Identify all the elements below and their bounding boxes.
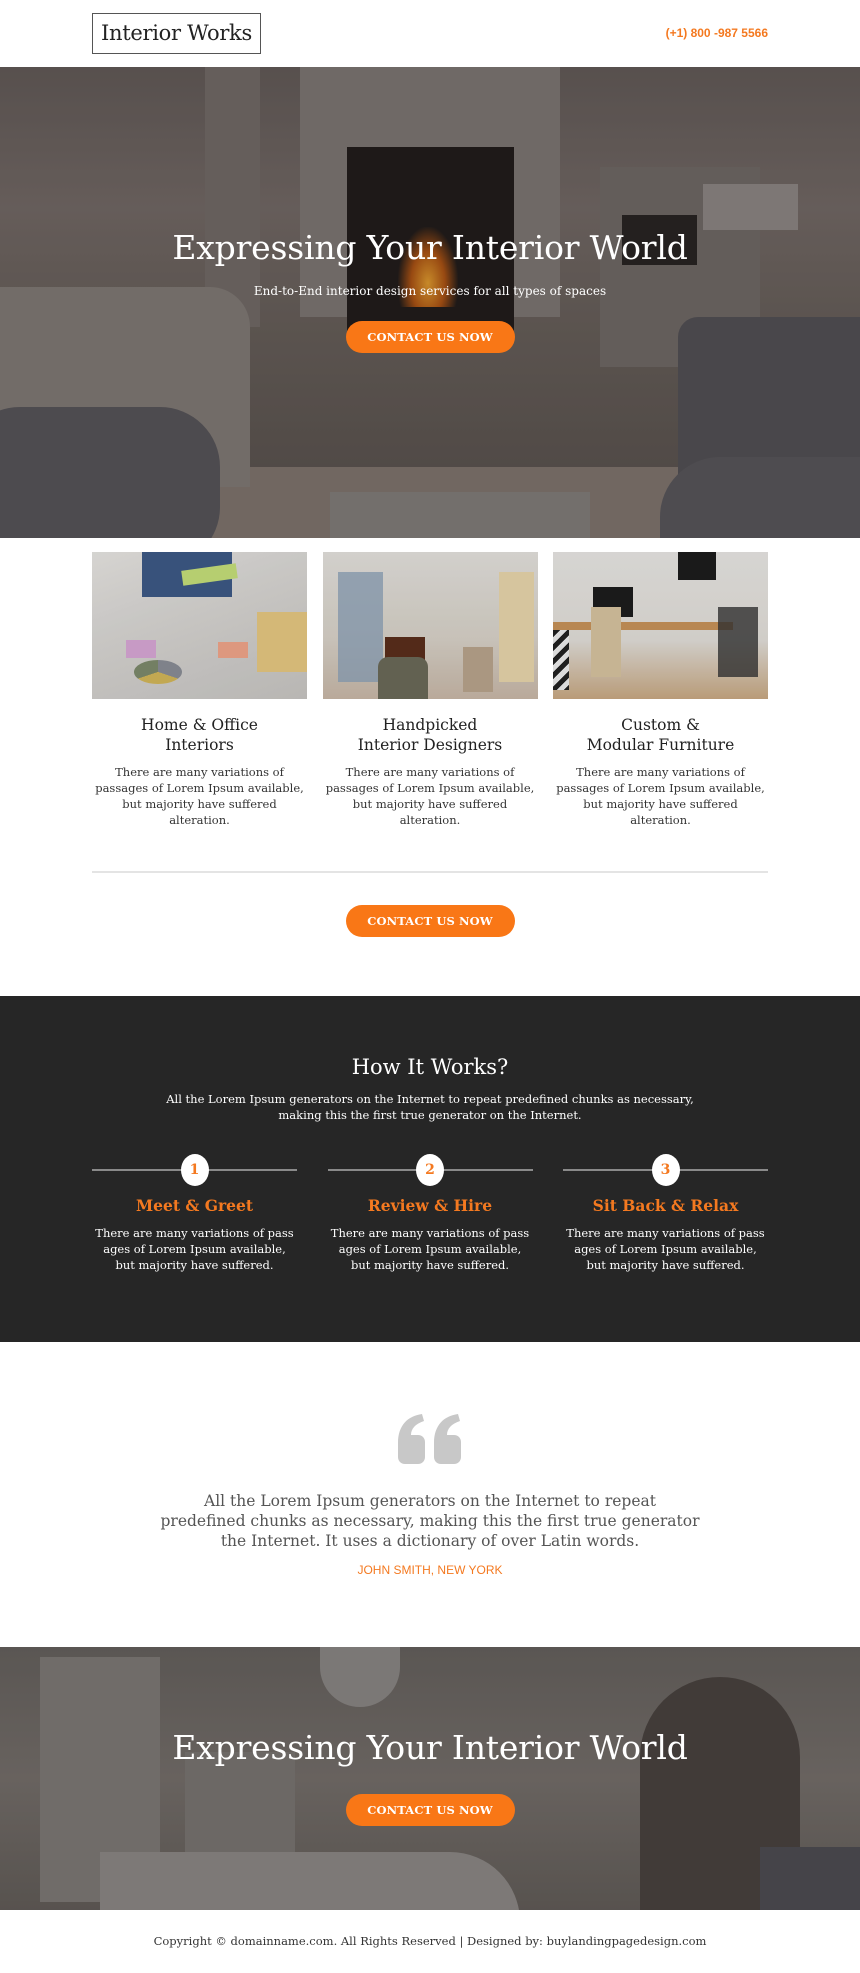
site-footer: Copyright © domainname.com. All Rights R… (0, 1910, 860, 1973)
step-item: 3 Sit Back & Relax There are many variat… (563, 1154, 768, 1273)
step-number-badge: 1 (180, 1154, 209, 1186)
step-connector-line: 3 (563, 1154, 768, 1186)
step-title: Review & Hire (367, 1196, 493, 1215)
section-divider (92, 871, 768, 873)
feature-title: Custom & Modular Furniture (553, 715, 768, 755)
modular-workspace-photo (553, 552, 768, 699)
feature-card: Handpicked Interior Designers There are … (322, 552, 538, 828)
quote-icon (394, 1413, 466, 1465)
step-text: There are many variations of pass ages o… (95, 1226, 294, 1272)
home-office-desk-photo (92, 552, 307, 699)
hero-content: Expressing Your Interior World End-to-En… (0, 227, 860, 353)
testimonial-quote: All the Lorem Ipsum generators on the In… (160, 1492, 700, 1550)
hero-title: Expressing Your Interior World (172, 228, 688, 267)
feature-card: Home & Office Interiors There are many v… (92, 552, 307, 828)
hero-section: Expressing Your Interior World End-to-En… (0, 67, 860, 538)
testimonial-section: All the Lorem Ipsum generators on the In… (0, 1342, 860, 1647)
cta-banner-content: Expressing Your Interior World CONTACT U… (0, 1727, 860, 1826)
feature-title-line2: Interior Designers (357, 736, 503, 754)
step-connector-line: 2 (327, 1154, 533, 1186)
step-title: Sit Back & Relax (592, 1196, 739, 1215)
step-item: 2 Review & Hire There are many variation… (327, 1154, 533, 1273)
logo[interactable]: Interior Works (92, 13, 261, 54)
step-connector-line: 1 (92, 1154, 297, 1186)
feature-text: There are many variations of passages of… (95, 765, 304, 827)
cta-banner-section: Expressing Your Interior World CONTACT U… (0, 1647, 860, 1910)
how-it-works-section: How It Works? All the Lorem Ipsum genera… (0, 996, 860, 1342)
testimonial-author: JOHN SMITH, NEW YORK (357, 1563, 503, 1577)
features-contact-button[interactable]: CONTACT US NOW (345, 905, 515, 937)
feature-text: There are many variations of passages of… (325, 765, 535, 827)
how-subtitle: All the Lorem Ipsum generators on the In… (166, 1092, 694, 1122)
study-room-photo (322, 552, 538, 699)
how-title: How It Works? (351, 1055, 509, 1079)
hero-subtitle: End-to-End interior design services for … (253, 284, 607, 298)
step-text: There are many variations of pass ages o… (566, 1226, 765, 1272)
step-text: There are many variations of pass ages o… (330, 1226, 530, 1272)
feature-title-line2: Modular Furniture (586, 736, 735, 754)
cta-banner-title: Expressing Your Interior World (172, 1728, 688, 1767)
feature-title-line1: Handpicked (382, 716, 478, 734)
step-number-badge: 2 (416, 1154, 444, 1186)
feature-title-line1: Home & Office (141, 716, 258, 734)
feature-title-line2: Interiors (165, 736, 234, 754)
step-number-badge: 3 (651, 1154, 680, 1186)
step-item: 1 Meet & Greet There are many variations… (92, 1154, 297, 1273)
features-section: Home & Office Interiors There are many v… (0, 538, 860, 996)
step-title: Meet & Greet (135, 1196, 254, 1215)
banner-contact-button[interactable]: CONTACT US NOW (345, 1794, 515, 1826)
copyright-text: Copyright © domainname.com. All Rights R… (153, 1934, 707, 1948)
feature-title-line1: Custom & (621, 716, 700, 734)
feature-text: There are many variations of passages of… (556, 765, 765, 827)
site-header: Interior Works (+1) 800 -987 5566 (0, 0, 860, 67)
feature-title: Handpicked Interior Designers (323, 715, 538, 755)
phone-number[interactable]: (+1) 800 -987 5566 (666, 26, 768, 40)
feature-title: Home & Office Interiors (92, 715, 307, 755)
hero-contact-button[interactable]: CONTACT US NOW (345, 321, 515, 353)
feature-card: Custom & Modular Furniture There are man… (553, 552, 768, 828)
